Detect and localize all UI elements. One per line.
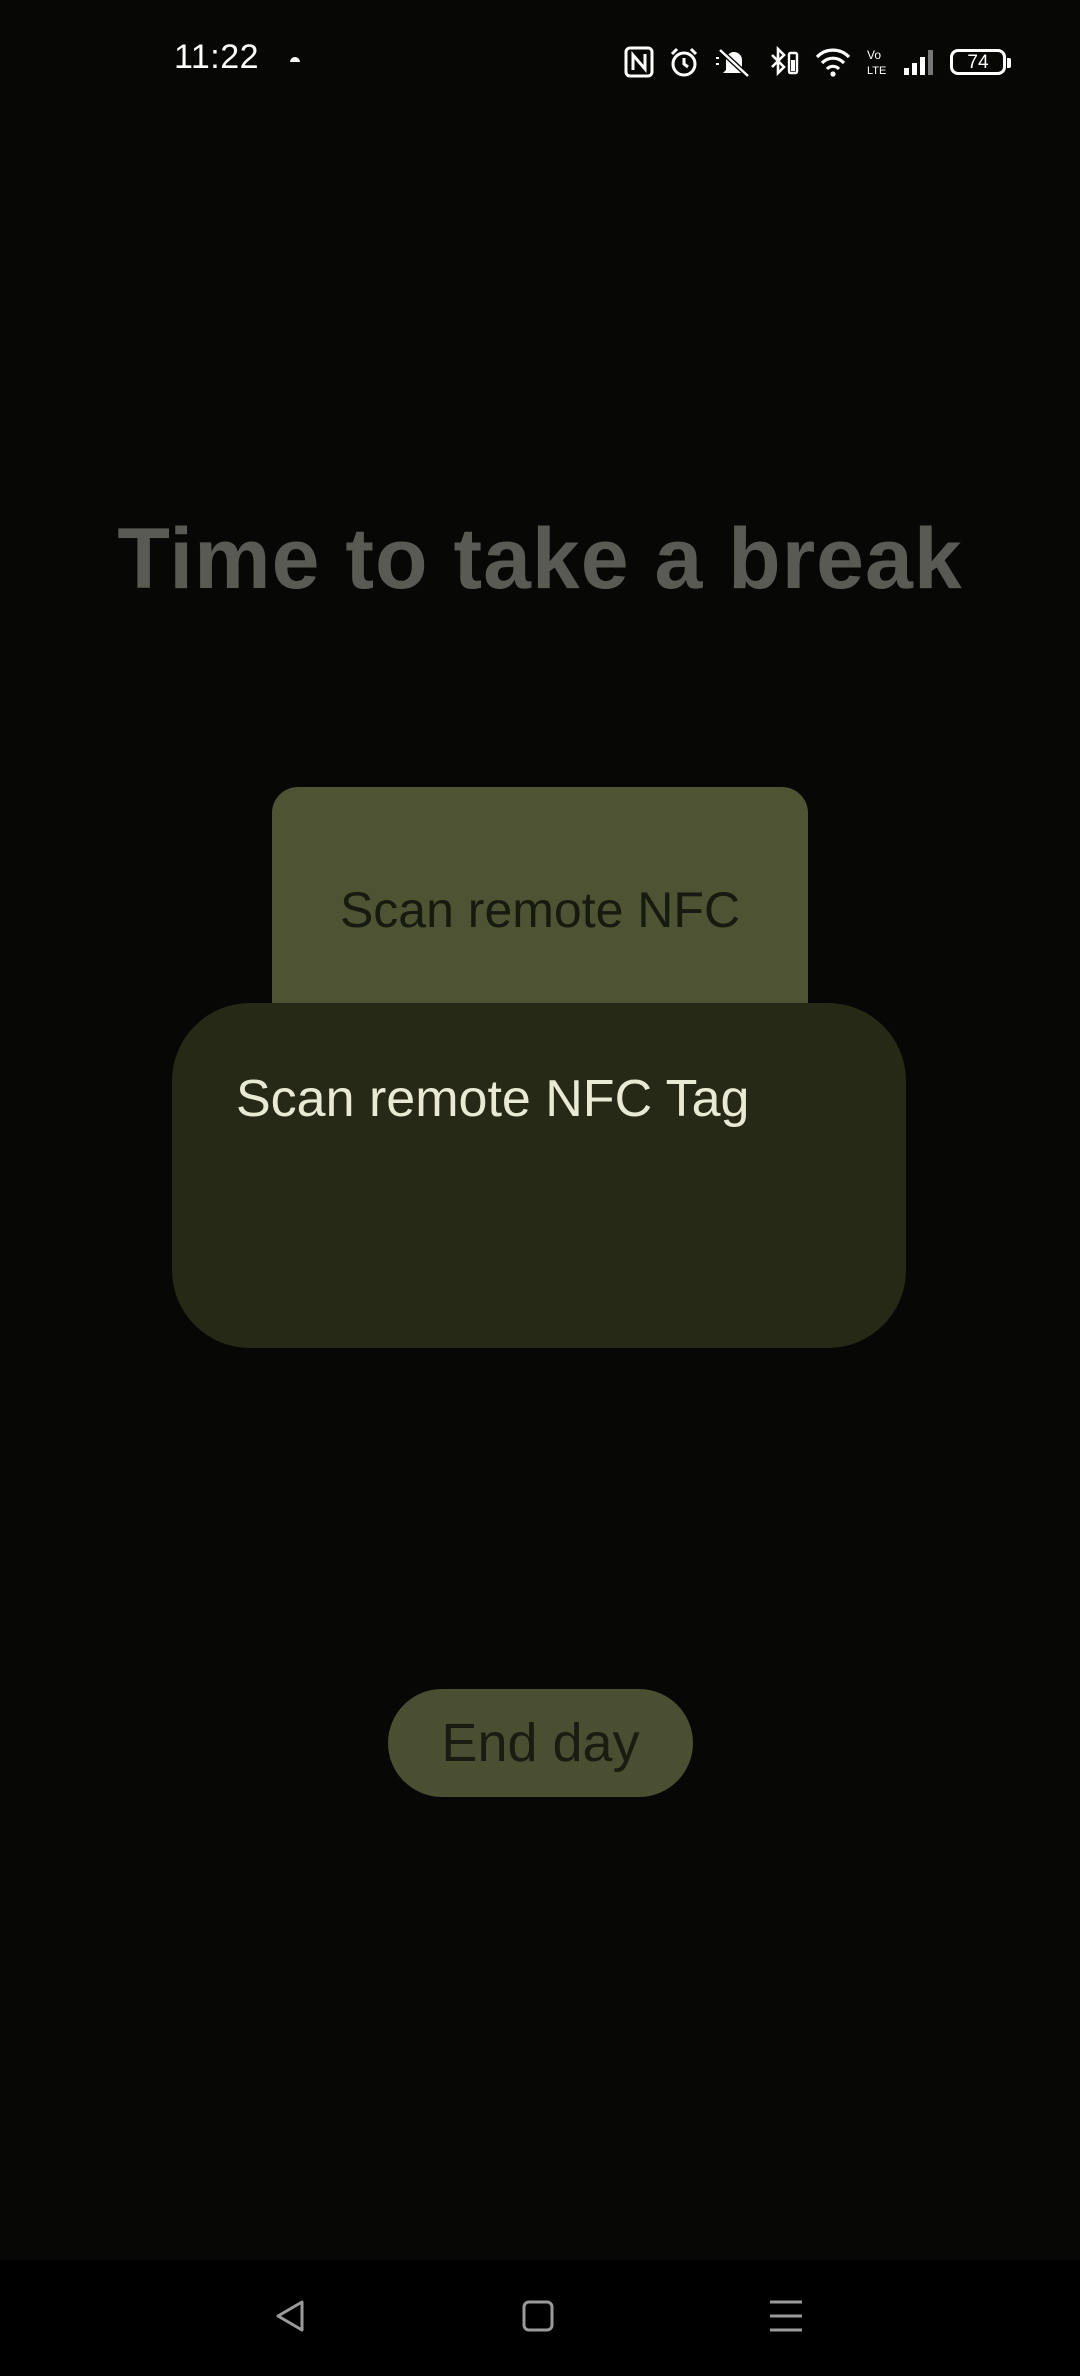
scan-remote-nfc-button[interactable]: Scan remote NFC xyxy=(272,787,808,1027)
bluetooth-icon xyxy=(771,46,799,77)
page-title: Time to take a break xyxy=(117,511,963,607)
status-bar: 11:22 Vo LTE 74 xyxy=(0,0,1080,120)
nfc-icon xyxy=(624,46,654,78)
nfc-scan-popup: Scan remote NFC Tag xyxy=(172,1003,906,1348)
back-button[interactable] xyxy=(264,2290,316,2342)
battery-icon: 74 xyxy=(950,49,1011,75)
home-icon xyxy=(522,2300,554,2332)
back-icon xyxy=(276,2300,304,2332)
wifi-icon xyxy=(815,48,851,77)
home-button[interactable] xyxy=(512,2290,564,2342)
nfc-popup-text: Scan remote NFC Tag xyxy=(236,1070,750,1128)
alarm-icon xyxy=(670,47,698,77)
status-time: 11:22 xyxy=(174,38,260,76)
battery-level: 74 xyxy=(967,51,989,73)
recents-button[interactable] xyxy=(760,2290,812,2342)
end-day-button[interactable]: End day xyxy=(388,1689,693,1797)
svg-text:LTE: LTE xyxy=(867,65,886,77)
status-icons: Vo LTE 74 xyxy=(624,40,1011,84)
silent-icon xyxy=(716,48,750,78)
navigation-bar xyxy=(0,2260,1080,2376)
volte-icon: Vo LTE xyxy=(867,48,886,77)
menu-icon xyxy=(770,2300,802,2332)
weather-icon xyxy=(290,57,300,62)
svg-text:Vo: Vo xyxy=(867,48,881,62)
signal-icon xyxy=(904,50,933,75)
